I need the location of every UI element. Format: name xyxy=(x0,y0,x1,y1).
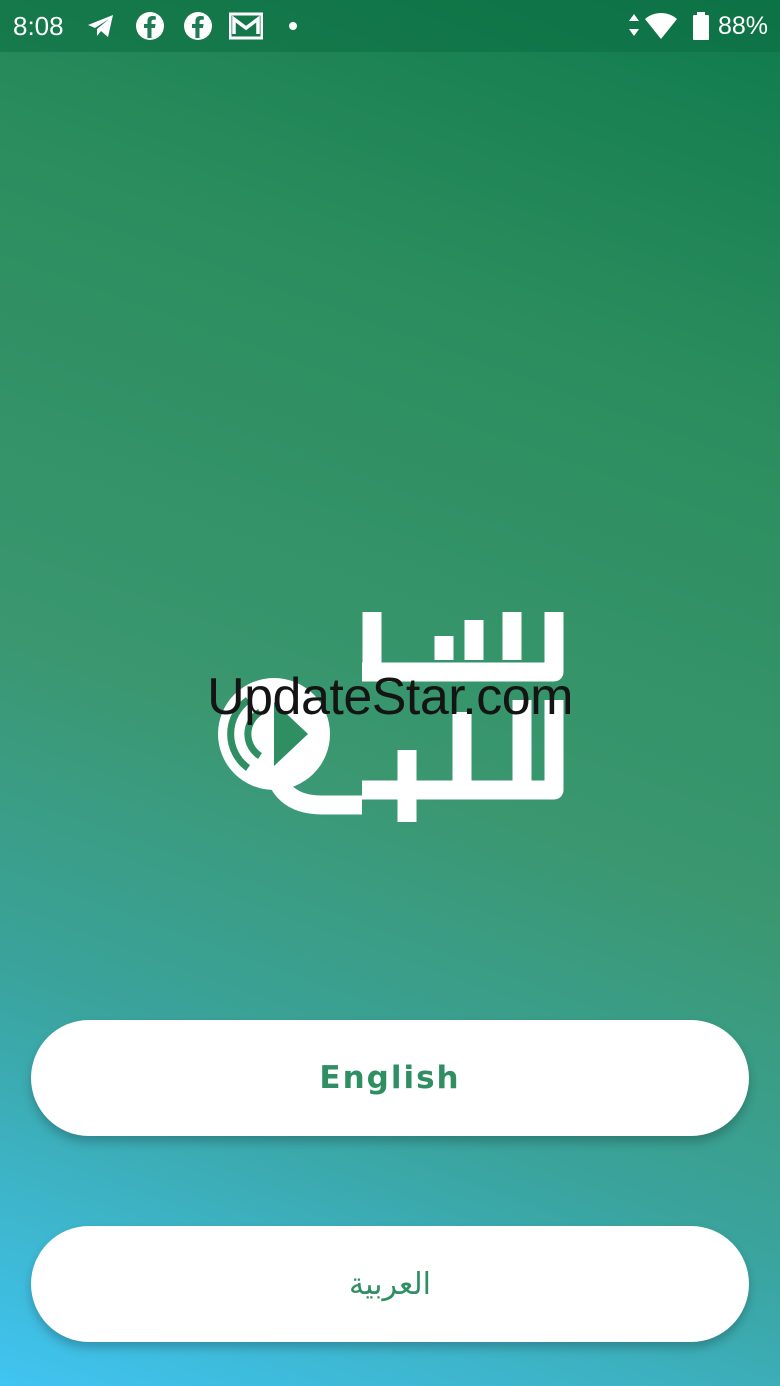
gmail-icon xyxy=(229,12,263,40)
data-arrows-icon xyxy=(629,14,639,36)
arabic-language-button[interactable]: العربية xyxy=(31,1226,749,1342)
arabic-button-label: العربية xyxy=(349,1266,431,1302)
status-time: 8:08 xyxy=(13,11,64,41)
facebook-icon xyxy=(184,12,212,40)
english-language-button[interactable]: English xyxy=(31,1020,749,1136)
telegram-icon xyxy=(88,15,113,37)
facebook-icon xyxy=(136,12,164,40)
status-bar: 8:08 88% xyxy=(0,0,780,52)
battery-icon xyxy=(693,12,709,40)
battery-percent: 88% xyxy=(717,12,768,40)
watermark: UpdateStar.com xyxy=(207,668,573,726)
english-button-label: English xyxy=(319,1060,461,1096)
dot-icon xyxy=(289,22,297,30)
wifi-icon xyxy=(645,13,677,39)
